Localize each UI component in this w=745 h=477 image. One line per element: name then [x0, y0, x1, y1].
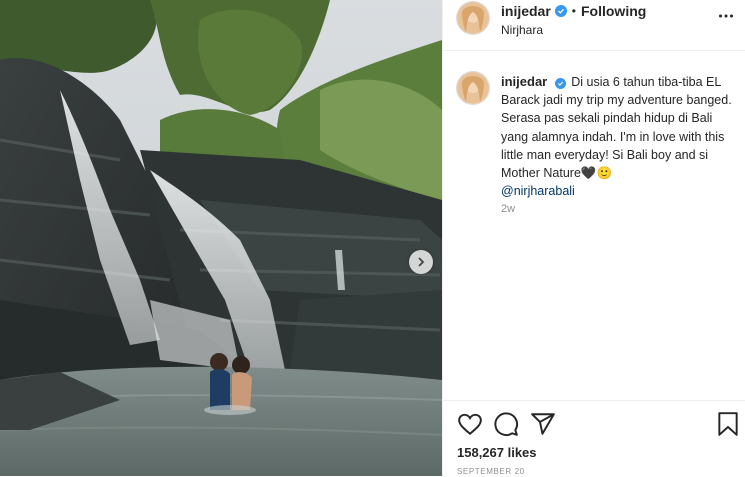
avatar[interactable] — [456, 1, 490, 35]
more-options-icon[interactable] — [718, 8, 734, 29]
separator-dot: • — [571, 4, 576, 18]
location-link[interactable]: Nirjhara — [501, 23, 543, 37]
following-button[interactable]: Following — [581, 3, 646, 19]
post-caption: inijedar Di usia 6 tahun tiba-tiba EL Bar… — [501, 73, 733, 200]
comment-icon[interactable] — [493, 411, 519, 437]
caption-username[interactable]: inijedar — [501, 74, 547, 89]
header-username[interactable]: inijedar — [501, 3, 551, 19]
post-side-panel: inijedar • Following Nirjhara inijedar Di… — [442, 0, 745, 476]
chevron-right-icon — [418, 257, 425, 267]
verified-badge-icon — [555, 78, 567, 89]
post-photo[interactable] — [0, 0, 442, 476]
caption-time: 2w — [501, 203, 516, 215]
post-header: inijedar • Following Nirjhara — [443, 0, 745, 51]
like-count[interactable]: 158,267 likes — [457, 445, 537, 460]
caption-text: Di usia 6 tahun tiba-tiba EL Barack jadi… — [501, 75, 732, 181]
next-photo-button[interactable] — [409, 250, 433, 274]
share-icon[interactable] — [530, 411, 556, 437]
post-actions: 158,267 likes SEPTEMBER 20 — [443, 400, 745, 477]
caption-avatar[interactable] — [456, 71, 490, 105]
bookmark-icon[interactable] — [715, 411, 741, 437]
mention-link[interactable]: @nirjharabali — [501, 182, 733, 200]
heart-icon[interactable] — [457, 411, 483, 437]
verified-badge-icon — [554, 5, 567, 17]
waterfall-image — [0, 0, 442, 476]
post-date: SEPTEMBER 20 — [457, 467, 525, 476]
